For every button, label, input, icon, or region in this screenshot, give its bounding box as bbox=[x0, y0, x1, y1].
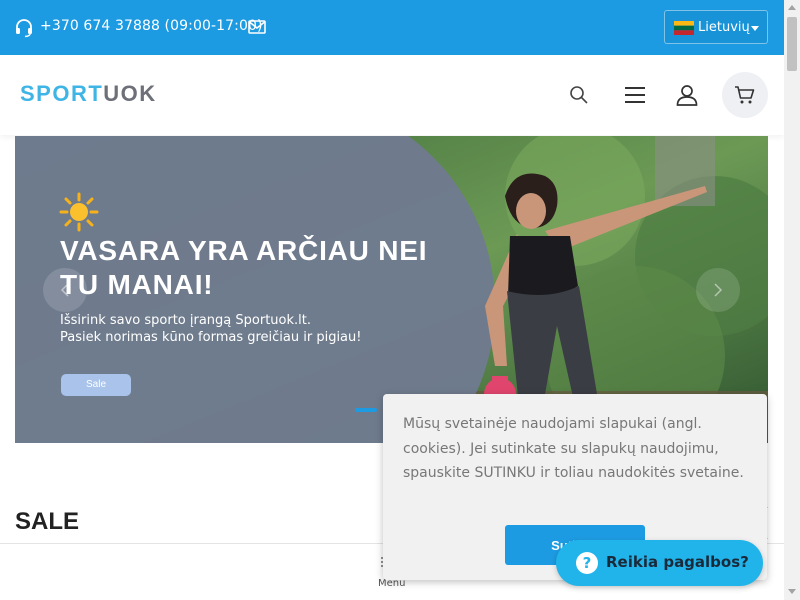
cart-button[interactable] bbox=[722, 72, 768, 118]
phone-number[interactable]: +370 674 37888 (09:00-17:00) bbox=[40, 18, 263, 34]
sale-section-title: SALE bbox=[15, 508, 80, 535]
user-icon[interactable] bbox=[675, 83, 699, 107]
top-bar: +370 674 37888 (09:00-17:00) Lietuvių bbox=[0, 0, 784, 55]
page-scrollbar[interactable] bbox=[784, 0, 800, 600]
scroll-thumb[interactable] bbox=[787, 17, 797, 71]
caret-down-icon bbox=[751, 26, 759, 31]
help-chat-button[interactable]: ? Reikia pagalbos? bbox=[556, 540, 763, 586]
lithuania-flag-icon bbox=[674, 21, 694, 35]
slider-next-button[interactable] bbox=[696, 268, 740, 312]
scroll-up-arrow-icon[interactable] bbox=[788, 5, 796, 10]
hero-subtitle: Išsirink savo sporto įrangą Sportuok.lt.… bbox=[60, 312, 420, 346]
hero-sale-button[interactable]: Sale bbox=[61, 374, 131, 396]
slider-dot-active[interactable] bbox=[355, 408, 377, 412]
site-logo[interactable]: SPORTUOK bbox=[20, 81, 157, 107]
hamburger-menu-icon[interactable] bbox=[623, 85, 647, 105]
sun-icon bbox=[59, 192, 99, 232]
slider-prev-button[interactable] bbox=[43, 268, 87, 312]
help-label: Reikia pagalbos? bbox=[606, 553, 749, 571]
chevron-left-icon bbox=[60, 283, 69, 297]
question-icon: ? bbox=[576, 552, 598, 574]
scroll-down-arrow-icon[interactable] bbox=[788, 589, 796, 594]
cart-icon bbox=[735, 86, 755, 104]
envelope-icon[interactable] bbox=[248, 19, 266, 35]
headset-icon bbox=[16, 19, 32, 38]
hero-headline: VASARA YRA ARČIAU NEI TU MANAI! bbox=[60, 235, 428, 300]
logo-part-sport: SPORT bbox=[20, 81, 104, 106]
chevron-right-icon bbox=[714, 283, 723, 297]
hero-subtitle-line2: Pasiek norimas kūno formas greičiau ir p… bbox=[60, 330, 362, 345]
search-icon[interactable] bbox=[568, 84, 590, 106]
language-label: Lietuvių bbox=[698, 20, 750, 35]
site-header: SPORTUOK bbox=[0, 55, 784, 135]
language-select[interactable]: Lietuvių bbox=[664, 10, 768, 44]
hero-subtitle-line1: Išsirink savo sporto įrangą Sportuok.lt. bbox=[60, 313, 311, 328]
cookie-text: Mūsų svetainėje naudojami slapukai (angl… bbox=[403, 416, 744, 481]
logo-part-uok: UOK bbox=[103, 81, 157, 106]
